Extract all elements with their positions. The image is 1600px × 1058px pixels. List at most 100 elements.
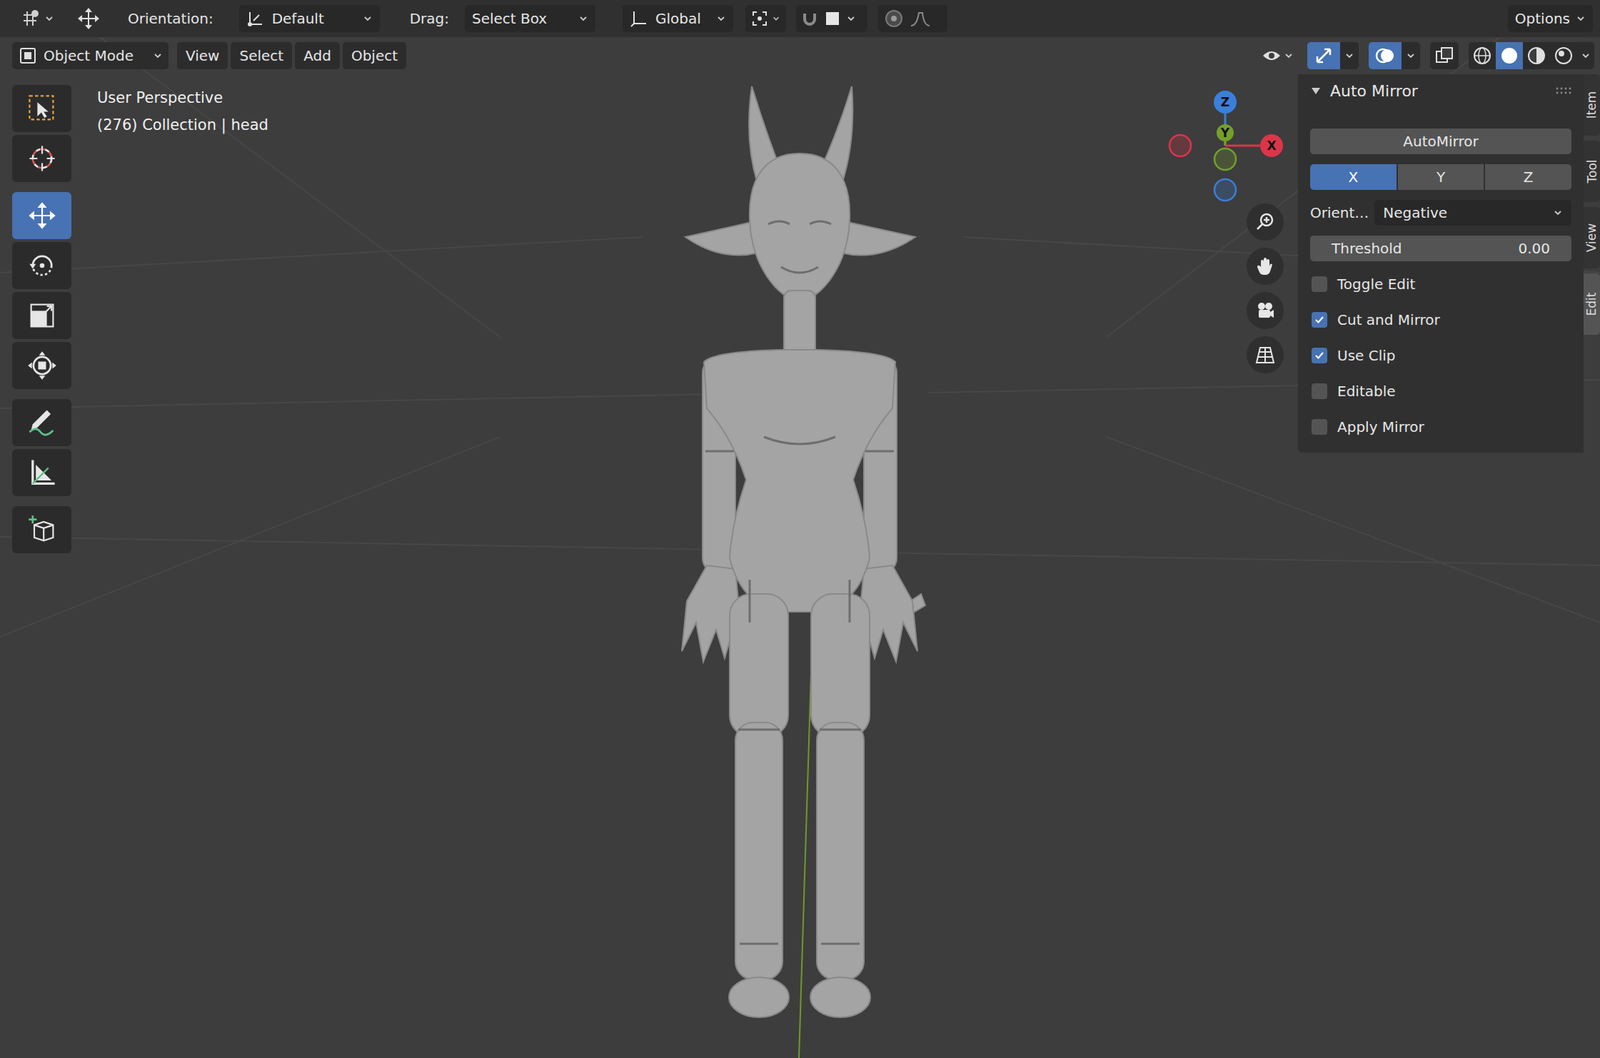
rotate-tool-icon <box>26 249 58 282</box>
shading-options[interactable] <box>1577 42 1595 70</box>
axis-toggle[interactable]: X <box>1310 164 1397 190</box>
pan-hand-button[interactable] <box>1246 247 1284 285</box>
overlays-toggle[interactable] <box>1368 42 1402 70</box>
chevron-icon <box>1344 50 1355 61</box>
gizmo-options[interactable] <box>1340 42 1359 70</box>
viewport-header: Object Mode ViewSelectAddObject <box>0 37 1600 74</box>
overlays-icon <box>1374 44 1396 67</box>
tool-add-cube-button[interactable] <box>12 506 72 554</box>
transform-space-dropdown[interactable]: Global <box>622 4 734 33</box>
zoom-button[interactable] <box>1246 203 1284 241</box>
perspective-label: User Perspective <box>97 87 269 110</box>
shading-rendered-button[interactable] <box>1550 42 1578 70</box>
threshold-field[interactable]: Threshold0.00 <box>1310 235 1572 262</box>
pivot-point-button[interactable] <box>745 4 787 33</box>
zoom-icon <box>1254 211 1276 233</box>
viewport-display-controls <box>1257 42 1595 70</box>
overlays-options[interactable] <box>1401 42 1421 70</box>
option-checkbox-row[interactable]: Cut and Mirror <box>1310 307 1572 333</box>
gizmo-axis-ball[interactable] <box>1260 134 1283 158</box>
drag-dropdown[interactable]: Select Box <box>464 4 596 33</box>
tool-cursor-button[interactable] <box>12 134 72 183</box>
measure-tool-icon <box>26 456 58 489</box>
shading-rendered-icon <box>1553 45 1574 66</box>
threshold-value: 0.00 <box>1517 237 1551 260</box>
camera-icon <box>1254 299 1276 322</box>
shading-solid-button[interactable] <box>1495 42 1523 70</box>
gizmo-toggle[interactable] <box>1307 42 1341 70</box>
checkbox[interactable] <box>1311 383 1328 400</box>
mode-label: Object Mode <box>43 44 148 67</box>
auto-mirror-panel: Auto MirrorAutoMirrorXYZOrient…NegativeT… <box>1297 74 1584 453</box>
gizmo-negative-axis[interactable] <box>1169 134 1191 157</box>
xray-icon <box>1434 45 1455 66</box>
sidebar-tab-label: Item <box>1585 91 1600 120</box>
sidebar-tab[interactable]: Tool <box>1583 140 1600 203</box>
option-checkbox-row[interactable]: Toggle Edit <box>1310 271 1572 298</box>
sidebar-tab[interactable]: Item <box>1583 74 1600 136</box>
chevron-icon <box>1580 50 1591 61</box>
scale-tool-icon <box>26 299 58 332</box>
shading-wireframe-button[interactable] <box>1468 42 1496 70</box>
falloff-curve-icon <box>909 8 932 29</box>
viewport-info: User Perspective(276) Collection | head <box>97 87 269 137</box>
tool-annotate-button[interactable] <box>12 399 72 447</box>
menu-item[interactable]: Select <box>230 42 293 70</box>
chevron-icon <box>44 13 55 24</box>
menu-item[interactable]: Object <box>342 42 407 70</box>
sidebar-tab[interactable]: Edit <box>1583 273 1600 335</box>
checkbox[interactable] <box>1311 276 1328 293</box>
editor-type-button[interactable] <box>18 4 62 33</box>
navigation-gizmo[interactable]: ZYX <box>1156 79 1293 216</box>
checkbox[interactable] <box>1311 419 1328 435</box>
menu-item[interactable]: Add <box>294 42 340 70</box>
tool-move-button[interactable] <box>12 192 72 240</box>
gizmo-icon <box>1312 44 1335 67</box>
chevron-icon <box>578 13 589 24</box>
gizmo-axis-label: Y <box>1220 125 1231 140</box>
tool-rotate-button[interactable] <box>12 242 72 290</box>
panel-header[interactable]: Auto Mirror <box>1297 74 1584 108</box>
gizmo-axis-ball[interactable] <box>1213 90 1237 114</box>
tool-scale-button[interactable] <box>12 292 72 340</box>
tool-measure-button[interactable] <box>12 449 72 497</box>
shading-wireframe-icon <box>1472 45 1493 66</box>
mode-dropdown[interactable]: Object Mode <box>12 42 169 70</box>
axis-toggle[interactable]: Z <box>1485 164 1572 190</box>
proportional-editing-button[interactable] <box>878 4 948 33</box>
mirror-axis-selector: XYZ <box>1310 164 1572 190</box>
orientation-select[interactable]: Negative <box>1374 199 1572 226</box>
gizmo-negative-axis[interactable] <box>1214 179 1236 201</box>
options-dropdown[interactable]: Options <box>1507 4 1593 33</box>
xray-toggle[interactable] <box>1430 42 1459 70</box>
camera-button[interactable] <box>1246 292 1284 330</box>
3d-viewport[interactable]: Object ModeViewSelectAddObject User Pers… <box>0 37 1600 1058</box>
option-label: Editable <box>1337 380 1396 402</box>
axis-toggle[interactable]: Y <box>1397 164 1485 190</box>
ortho-grid-button[interactable] <box>1246 336 1284 374</box>
checkbox[interactable] <box>1311 347 1328 364</box>
option-checkbox-row[interactable]: Editable <box>1310 378 1572 405</box>
sidebar-tab-label: Tool <box>1585 159 1600 183</box>
tool-select-button[interactable] <box>12 84 72 133</box>
tool-transform-button[interactable] <box>12 341 72 390</box>
shading-material-button[interactable] <box>1522 42 1551 70</box>
menu-item[interactable]: View <box>177 42 228 70</box>
option-checkbox-row[interactable]: Apply Mirror <box>1310 414 1572 440</box>
toolbar <box>12 84 72 554</box>
checkbox[interactable] <box>1311 312 1328 328</box>
automirror-button[interactable]: AutoMirror <box>1310 128 1572 155</box>
visibility-button[interactable] <box>1257 42 1298 70</box>
sidebar-tab[interactable]: View <box>1583 207 1600 269</box>
gizmo-negative-axis[interactable] <box>1214 148 1236 170</box>
orientation-dropdown[interactable]: Default <box>239 4 380 33</box>
chevron-icon <box>771 13 781 24</box>
cursor-tool-icon <box>26 142 58 175</box>
add-cube-tool-icon <box>26 514 58 546</box>
chevron-icon <box>1283 50 1294 61</box>
option-checkbox-row[interactable]: Use Clip <box>1310 342 1572 369</box>
snap-button[interactable] <box>796 4 868 33</box>
object-mode-icon <box>17 45 38 66</box>
gizmo-axis-ball[interactable] <box>1216 124 1234 142</box>
chevron-icon <box>362 13 373 24</box>
